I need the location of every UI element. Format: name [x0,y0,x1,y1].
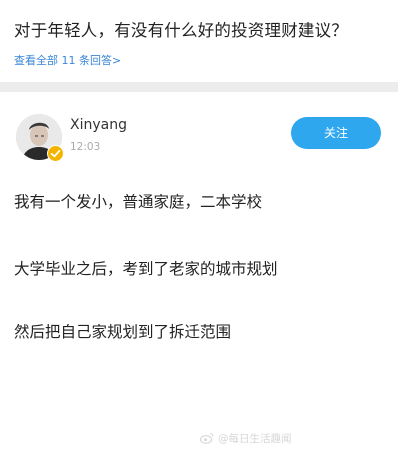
answer-paragraph: 大学毕业之后，考到了老家的城市规划 [14,260,278,278]
answer-card: Xinyang 12:03 关注 我有一个发小，普通家庭，二本学校 大学毕业之后… [0,92,398,452]
author-name[interactable]: Xinyang [70,116,127,134]
watermark: @每日生活趣闻 [200,430,292,446]
post-time: 12:03 [70,141,101,153]
watermark-text: @每日生活趣闻 [218,432,292,445]
question-title[interactable]: 对于年轻人，有没有什么好的投资理财建议？ [14,20,390,42]
view-all-answers-link[interactable]: 查看全部 11 条回答> [14,54,121,68]
answer-paragraph: 然后把自己家规划到了拆迁范围 [14,323,232,341]
verified-badge-icon [47,145,64,162]
weibo-icon [200,433,214,444]
answer-paragraph: 我有一个发小，普通家庭，二本学校 [14,193,263,211]
question-card: 对于年轻人，有没有什么好的投资理财建议？ 查看全部 11 条回答> [0,0,398,82]
follow-button[interactable]: 关注 [291,117,381,149]
section-divider [0,82,398,92]
